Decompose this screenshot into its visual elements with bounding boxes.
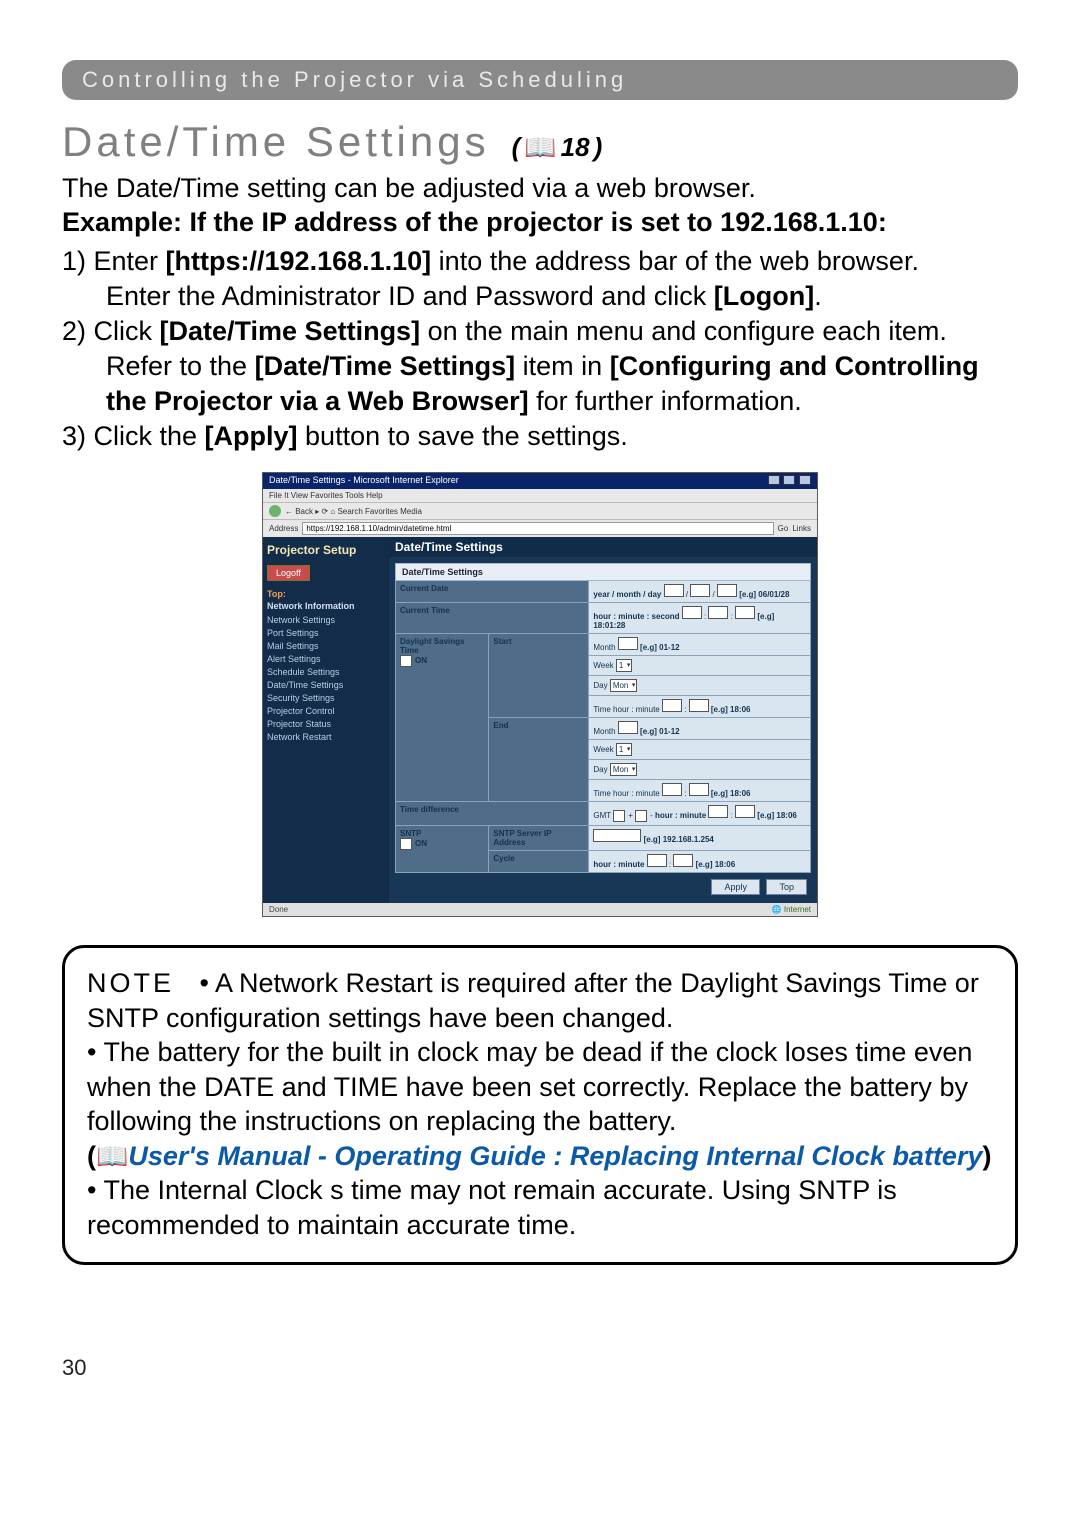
dst-on-checkbox[interactable]: [400, 655, 412, 667]
note-label: NOTE: [87, 966, 174, 1001]
toolbar-text: ← Back ▸ ⟳ ⌂ Search Favorites Media: [285, 507, 422, 516]
sidebar-network-info[interactable]: Network Information: [267, 601, 385, 611]
dst-start-label: Start: [489, 634, 589, 718]
hour-input[interactable]: [682, 606, 702, 619]
status-internet: 🌐 Internet: [772, 905, 811, 914]
address-input[interactable]: [302, 522, 773, 535]
sidebar-top: Top:: [267, 589, 385, 599]
sidebar-item-datetime-settings[interactable]: Date/Time Settings: [267, 680, 385, 690]
intro-example: Example: If the IP address of the projec…: [62, 206, 1018, 240]
note-p2: The battery for the built in clock may b…: [87, 1037, 972, 1136]
row-current-date-label: Current Date: [396, 581, 589, 603]
sidebar-item-port-settings[interactable]: Port Settings: [267, 628, 385, 638]
maximize-icon[interactable]: [783, 475, 795, 485]
dst-start-hour-input[interactable]: [662, 699, 682, 712]
dst-start-day-select[interactable]: Mon: [610, 679, 638, 692]
section-title: Date/Time Settings: [62, 118, 490, 166]
window-titlebar: Date/Time Settings - Microsoft Internet …: [263, 473, 817, 489]
timediff-min-input[interactable]: [735, 805, 755, 818]
sntp-cycle-label: Cycle: [489, 850, 589, 872]
sntp-group-label: SNTP ON: [396, 825, 489, 872]
sidebar-logo: Projector Setup: [267, 543, 385, 557]
status-done: Done: [269, 905, 288, 914]
gmt-plus-radio[interactable]: [613, 810, 625, 822]
menu-bar[interactable]: File It View Favorites Tools Help: [263, 489, 817, 502]
day-input[interactable]: [717, 584, 737, 597]
minimize-icon[interactable]: [768, 475, 780, 485]
dst-group-label: Daylight Savings Time ON: [396, 634, 489, 802]
links-label: Links: [792, 524, 811, 533]
steps-list: 1) Enter [https://192.168.1.10] into the…: [62, 244, 1018, 455]
sidebar-item-projector-control[interactable]: Projector Control: [267, 706, 385, 716]
manual-reference-link: User's Manual - Operating Guide : Replac…: [128, 1141, 982, 1171]
address-label: Address: [269, 524, 298, 533]
breadcrumb: Controlling the Projector via Scheduling: [62, 60, 1018, 100]
close-icon[interactable]: [799, 475, 811, 485]
table-header: Date/Time Settings: [396, 564, 811, 581]
dst-end-hour-input[interactable]: [662, 783, 682, 796]
toolbar[interactable]: ← Back ▸ ⟳ ⌂ Search Favorites Media: [263, 502, 817, 519]
book-icon: 📖: [524, 132, 556, 163]
sidebar-item-alert-settings[interactable]: Alert Settings: [267, 654, 385, 664]
dst-end-label: End: [489, 718, 589, 802]
sntp-on-checkbox[interactable]: [400, 838, 412, 850]
book-icon: 📖: [96, 1141, 128, 1171]
cycle-min-input[interactable]: [673, 854, 693, 867]
status-bar: Done 🌐 Internet: [263, 903, 817, 916]
sidebar-item-schedule-settings[interactable]: Schedule Settings: [267, 667, 385, 677]
dst-end-day-select[interactable]: Mon: [610, 763, 638, 776]
back-icon[interactable]: [269, 505, 281, 517]
sidebar-item-network-restart[interactable]: Network Restart: [267, 732, 385, 742]
note-p3: The Internal Clock s time may not remain…: [87, 1175, 897, 1240]
datetime-table: Date/Time Settings Current Date year / m…: [395, 563, 811, 873]
timediff-label: Time difference: [396, 802, 589, 826]
note-bullet: •: [200, 968, 209, 998]
dst-end-week-select[interactable]: 1: [616, 743, 632, 756]
note-p1: A Network Restart is required after the …: [87, 968, 979, 1033]
row-current-time-label: Current Time: [396, 603, 589, 634]
sidebar-item-security-settings[interactable]: Security Settings: [267, 693, 385, 703]
note-link-suffix: ): [982, 1141, 991, 1171]
sntp-ip-input[interactable]: [593, 829, 641, 842]
sidebar-item-mail-settings[interactable]: Mail Settings: [267, 641, 385, 651]
second-input[interactable]: [735, 606, 755, 619]
page-ref-number: 18: [561, 132, 590, 163]
sidebar: Projector Setup Logoff Top: Network Info…: [263, 537, 389, 903]
row-current-time-value: hour : minute : second : : [e.g] 18:01:2…: [589, 603, 811, 634]
dst-end-month-input[interactable]: [618, 721, 638, 734]
dst-end-min-input[interactable]: [689, 783, 709, 796]
close-paren: ): [594, 132, 603, 163]
window-controls[interactable]: [767, 475, 811, 487]
sidebar-item-projector-status[interactable]: Projector Status: [267, 719, 385, 729]
minute-input[interactable]: [708, 606, 728, 619]
page-reference: ( 📖 18 ): [512, 132, 603, 163]
intro-line1: The Date/Time setting can be adjusted vi…: [62, 172, 1018, 206]
embedded-screenshot: Date/Time Settings - Microsoft Internet …: [262, 472, 818, 917]
open-paren: (: [512, 132, 521, 163]
year-input[interactable]: [664, 584, 684, 597]
go-button[interactable]: Go: [778, 524, 789, 533]
cycle-hour-input[interactable]: [647, 854, 667, 867]
timediff-hour-input[interactable]: [708, 805, 728, 818]
main-title: Date/Time Settings: [389, 537, 817, 557]
row-current-date-value: year / month / day / / [e.g] 06/01/28: [589, 581, 811, 603]
main-panel: Date/Time Settings Date/Time Settings Cu…: [389, 537, 817, 903]
note-link-prefix: (: [87, 1141, 96, 1171]
apply-button[interactable]: Apply: [711, 879, 760, 895]
logoff-button[interactable]: Logoff: [267, 565, 310, 581]
month-input[interactable]: [690, 584, 710, 597]
dst-start-month-input[interactable]: [618, 637, 638, 650]
page-number: 30: [62, 1355, 1018, 1381]
note-box: NOTE • A Network Restart is required aft…: [62, 945, 1018, 1265]
sidebar-item-network-settings[interactable]: Network Settings: [267, 615, 385, 625]
address-bar: Address Go Links: [263, 519, 817, 537]
dst-start-min-input[interactable]: [689, 699, 709, 712]
sntp-ip-label: SNTP Server IP Address: [489, 825, 589, 850]
window-title: Date/Time Settings - Microsoft Internet …: [269, 475, 459, 487]
gmt-minus-radio[interactable]: [635, 810, 647, 822]
top-button[interactable]: Top: [766, 879, 807, 895]
dst-start-week-select[interactable]: 1: [616, 659, 632, 672]
